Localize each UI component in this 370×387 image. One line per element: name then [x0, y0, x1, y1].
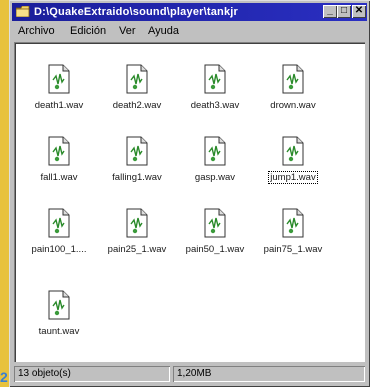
- wav-file-icon: [126, 208, 148, 238]
- file-item[interactable]: death2.wav: [98, 64, 176, 124]
- title-bar[interactable]: D:\QuakeExtraido\sound\player\tankjr _ □…: [12, 3, 367, 21]
- file-item[interactable]: fall1.wav: [20, 136, 98, 196]
- wav-file-icon: [48, 208, 70, 238]
- wav-file-icon: [126, 64, 148, 94]
- file-name: pain50_1.wav: [185, 244, 245, 255]
- wav-file-icon: [204, 136, 226, 166]
- file-name: pain100_1....: [31, 244, 87, 255]
- file-item[interactable]: pain100_1....: [20, 208, 98, 268]
- wav-file-icon: [282, 64, 304, 94]
- file-item[interactable]: death3.wav: [176, 64, 254, 124]
- wav-file-icon: [48, 136, 70, 166]
- menu-archivo[interactable]: Archivo: [18, 24, 55, 39]
- file-name: death3.wav: [190, 100, 240, 111]
- file-name: gasp.wav: [194, 172, 236, 183]
- wav-file-icon: [204, 208, 226, 238]
- file-item[interactable]: pain50_1.wav: [176, 208, 254, 268]
- file-name: death1.wav: [34, 100, 84, 111]
- file-item[interactable]: falling1.wav: [98, 136, 176, 196]
- wav-file-icon: [48, 64, 70, 94]
- file-item[interactable]: pain75_1.wav: [254, 208, 332, 268]
- status-total-size: 1,20MB: [173, 366, 365, 382]
- menu-bar: Archivo Edición Ver Ayuda: [12, 23, 367, 40]
- wav-file-icon: [282, 136, 304, 166]
- file-name: death2.wav: [112, 100, 162, 111]
- menu-ver[interactable]: Ver: [119, 24, 136, 39]
- file-item[interactable]: jump1.wav: [254, 136, 332, 196]
- file-name: pain25_1.wav: [107, 244, 167, 255]
- file-name: drown.wav: [270, 100, 316, 111]
- file-name: jump1.wav: [268, 171, 318, 184]
- folder-icon: [16, 6, 30, 17]
- wav-file-icon: [204, 64, 226, 94]
- status-bar: 13 objeto(s) 1,20MB: [12, 365, 367, 384]
- file-item[interactable]: taunt.wav: [20, 290, 98, 350]
- wav-file-icon: [126, 136, 148, 166]
- close-button[interactable]: ✕: [352, 5, 366, 18]
- menu-edicion[interactable]: Edición: [70, 24, 106, 39]
- file-name: pain75_1.wav: [263, 244, 323, 255]
- file-item[interactable]: pain25_1.wav: [98, 208, 176, 268]
- file-item[interactable]: death1.wav: [20, 64, 98, 124]
- wav-file-icon: [48, 290, 70, 320]
- minimize-button[interactable]: _: [323, 5, 337, 18]
- window-title: D:\QuakeExtraido\sound\player\tankjr: [34, 6, 239, 18]
- file-item[interactable]: drown.wav: [254, 64, 332, 124]
- file-item[interactable]: gasp.wav: [176, 136, 254, 196]
- status-object-count: 13 objeto(s): [14, 366, 170, 382]
- file-name: taunt.wav: [38, 326, 80, 337]
- explorer-window: D:\QuakeExtraido\sound\player\tankjr _ □…: [9, 0, 370, 387]
- wav-file-icon: [282, 208, 304, 238]
- file-name: fall1.wav: [40, 172, 78, 183]
- file-list-view[interactable]: death1.wav death2.wav death3.wav drown.w…: [14, 42, 365, 362]
- file-name: falling1.wav: [112, 172, 162, 183]
- menu-ayuda[interactable]: Ayuda: [148, 24, 179, 39]
- maximize-button[interactable]: □: [337, 5, 351, 18]
